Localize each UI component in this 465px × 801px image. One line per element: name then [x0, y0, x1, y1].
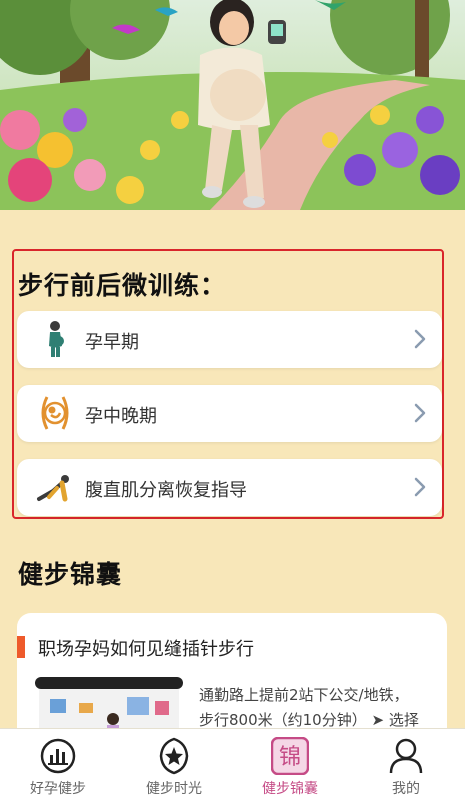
- chevron-right-icon: [414, 403, 426, 423]
- micro-training-title: 步行前后微训练：: [18, 271, 227, 300]
- tip-text: 通勤路上提前2站下公交/地铁， 步行800米（约10分钟） ➤ 选择: [199, 683, 439, 733]
- nav-label: 我的: [392, 781, 420, 797]
- nav-tips-glyph: 锦: [279, 745, 301, 770]
- nav-label: 好孕健步: [30, 781, 86, 797]
- nav-walk-tips[interactable]: 锦 健步锦囊: [232, 729, 348, 801]
- chevron-right-icon: [414, 477, 426, 497]
- star-shield-icon: [159, 737, 189, 775]
- item-label: 孕早期: [85, 332, 139, 353]
- tip-text-line1: 通勤路上提前2站下公交/地铁，: [199, 686, 409, 704]
- user-icon: [389, 738, 423, 774]
- fetus-in-belly-icon: [41, 396, 69, 430]
- item-label: 腹直肌分离恢复指导: [85, 480, 247, 501]
- park-walk-illustration: [0, 0, 465, 210]
- item-early-pregnancy[interactable]: 孕早期: [17, 311, 442, 368]
- bottom-navigation: 好孕健步 健步时光 锦 健步锦囊 我的: [0, 728, 465, 801]
- item-diastasis-recti-guide[interactable]: 腹直肌分离恢复指导: [17, 459, 442, 516]
- chevron-right-icon: [414, 329, 426, 349]
- hero-banner: [0, 0, 465, 210]
- nav-mine[interactable]: 我的: [348, 729, 464, 801]
- jin-character-icon: 锦: [271, 737, 309, 775]
- tip-accent-bar: [17, 636, 25, 658]
- tips-section-title: 健步锦囊: [18, 560, 123, 589]
- nav-label: 健步锦囊: [262, 781, 318, 797]
- tip-title: 职场孕妈如何见缝插针步行: [38, 639, 254, 660]
- yoga-pose-icon: [37, 475, 69, 502]
- nav-label: 健步时光: [146, 781, 202, 797]
- nav-walk-time[interactable]: 健步时光: [116, 729, 232, 801]
- item-mid-late-pregnancy[interactable]: 孕中晚期: [17, 385, 442, 442]
- standing-pregnant-woman-icon: [49, 321, 64, 357]
- nav-good-pregnancy-walk[interactable]: 好孕健步: [0, 729, 116, 801]
- bar-chart-icon: [40, 738, 76, 774]
- item-label: 孕中晚期: [85, 406, 157, 427]
- tip-card[interactable]: 职场孕妈如何见缝插针步行 通勤路上提前2站下公交/地铁， 步行800米（约10分…: [17, 613, 447, 743]
